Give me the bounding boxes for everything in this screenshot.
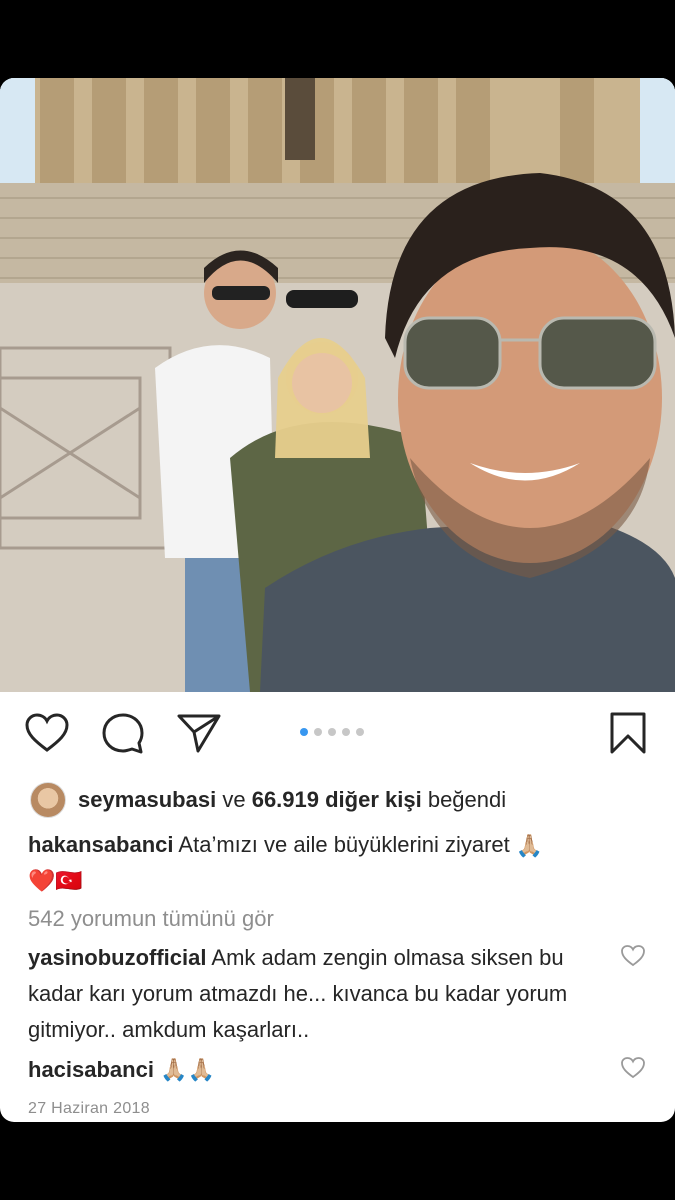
view-all-comments-link[interactable]: 542 yorumun tümünü gör (28, 906, 274, 932)
bookmark-icon (610, 712, 646, 754)
save-button[interactable] (603, 708, 653, 758)
comment-bubble-icon (102, 713, 144, 754)
comment-item: yasinobuzofficial Amk adam zengin olmasa… (28, 940, 608, 1048)
carousel-dot (342, 728, 350, 736)
share-button[interactable] (174, 708, 224, 758)
avatar[interactable] (30, 782, 66, 818)
paper-plane-icon (177, 714, 221, 753)
likes-count[interactable]: 66.919 diğer kişi (252, 787, 422, 812)
carousel-indicator (300, 728, 364, 736)
likes-suffix: beğendi (427, 787, 507, 812)
heart-icon (25, 713, 69, 752)
post-caption: hakansabanci Ata’mızı ve aile büyüklerin… (28, 828, 648, 898)
carousel-dot (300, 728, 308, 736)
caption-heart-flag-emoji: ❤️🇹🇷 (28, 868, 83, 894)
carousel-dot (328, 728, 336, 736)
post-photo[interactable] (0, 78, 675, 692)
likes-text: seymasubasi ve 66.919 diğer kişi beğendi (78, 787, 506, 813)
comment-text: 🙏🏼🙏🏼 (160, 1057, 215, 1082)
post-date: 27 Haziran 2018 (28, 1100, 150, 1117)
carousel-dot (314, 728, 322, 736)
comment-button[interactable] (98, 708, 148, 758)
caption-pray-emoji: 🙏🏼 (515, 833, 544, 859)
liker-username[interactable]: seymasubasi (78, 787, 216, 812)
likes-summary: seymasubasi ve 66.919 diğer kişi beğendi (30, 780, 506, 820)
caption-author[interactable]: hakansabanci (28, 832, 174, 857)
comment-like-heart-icon[interactable] (621, 1056, 645, 1080)
carousel-dot (356, 728, 364, 736)
caption-text: Ata’mızı ve aile büyüklerini ziyaret (178, 832, 510, 857)
likes-connector: ve (222, 787, 246, 812)
post-action-bar (0, 708, 675, 758)
comment-username[interactable]: yasinobuzofficial (28, 945, 206, 970)
like-button[interactable] (22, 708, 72, 758)
comment-like-heart-icon[interactable] (621, 944, 645, 968)
photo-illustration (0, 78, 675, 692)
comment-username[interactable]: hacisabanci (28, 1057, 154, 1082)
comment-item: hacisabanci 🙏🏼🙏🏼 (28, 1052, 608, 1088)
post-card: seymasubasi ve 66.919 diğer kişi beğendi… (0, 78, 675, 1122)
